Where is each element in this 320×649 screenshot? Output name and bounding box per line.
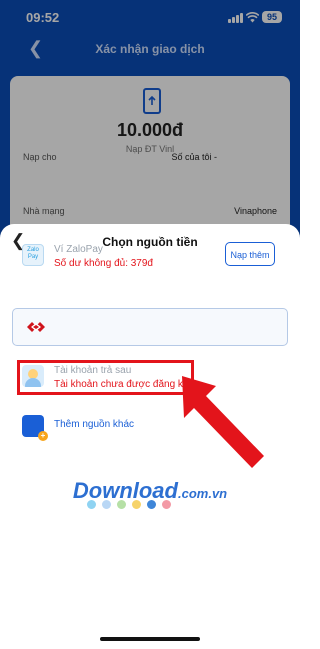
add-source-label: Thêm nguồn khác [54,419,135,430]
bank-option[interactable] [12,308,288,346]
red-arrow-icon [182,376,264,468]
topup-button[interactable]: Nạp thêm [225,242,275,266]
watermark-suffix: .com.vn [177,486,228,501]
red-highlight-box [17,360,194,395]
zalopay-logo-icon: Zalo Pay [22,244,44,266]
home-indicator [100,637,200,641]
option-name: Ví ZaloPay [54,244,103,255]
add-wallet-icon: + [22,415,48,441]
watermark-main: Download [72,478,178,503]
insufficient-balance-note: Số dư không đủ: 379đ [54,258,153,269]
bank-logo-icon [27,322,45,332]
